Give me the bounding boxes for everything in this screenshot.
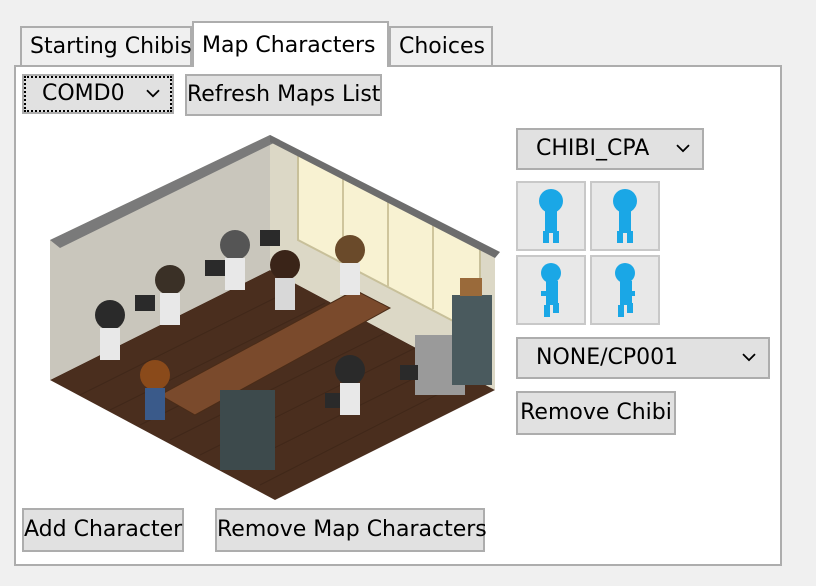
- chibi-silhouette-icon: [613, 189, 637, 243]
- remove-chibi-button[interactable]: Remove Chibi: [516, 391, 676, 435]
- cabinet: [220, 390, 275, 470]
- remove-map-characters-button[interactable]: Remove Map Characters: [215, 508, 487, 552]
- pose-thumbnail-4[interactable]: [590, 255, 660, 325]
- chevron-down-icon: [676, 128, 690, 166]
- map-preview-image[interactable]: [40, 130, 500, 500]
- tab-map-characters[interactable]: Map Characters: [192, 21, 389, 67]
- map-select[interactable]: COMD0: [22, 74, 174, 114]
- remove-map-characters-label: Remove Map Characters: [217, 517, 487, 542]
- chibi-silhouette-walking-icon: [541, 263, 561, 317]
- animation-select[interactable]: NONE/CP001: [516, 337, 770, 379]
- pose-thumbnail-2[interactable]: [590, 181, 660, 251]
- tab-label: Map Characters: [202, 33, 376, 58]
- pose-thumbnail-3[interactable]: [516, 255, 586, 325]
- chibi-select-value: CHIBI_CPA: [536, 136, 650, 161]
- chibi-select[interactable]: CHIBI_CPA: [516, 128, 704, 170]
- chibi-silhouette-icon: [539, 189, 563, 243]
- refresh-maps-label: Refresh Maps List: [187, 82, 381, 107]
- tab-choices[interactable]: Choices: [389, 26, 493, 66]
- tab-starting-chibis[interactable]: Starting Chibis: [20, 26, 192, 66]
- chevron-down-icon: [742, 337, 756, 375]
- chibi-silhouette-walking-icon: [615, 263, 635, 317]
- tab-label: Choices: [399, 34, 485, 59]
- remove-chibi-label: Remove Chibi: [520, 400, 672, 425]
- tab-label: Starting Chibis: [30, 34, 192, 59]
- chevron-down-icon: [146, 74, 160, 110]
- refresh-maps-button[interactable]: Refresh Maps List: [185, 74, 382, 116]
- add-character-label: Add Character: [24, 517, 183, 542]
- locker: [452, 295, 492, 385]
- add-character-button[interactable]: Add Character: [22, 508, 184, 552]
- map-select-value: COMD0: [42, 81, 125, 106]
- pose-thumbnail-1[interactable]: [516, 181, 586, 251]
- animation-select-value: NONE/CP001: [536, 345, 679, 370]
